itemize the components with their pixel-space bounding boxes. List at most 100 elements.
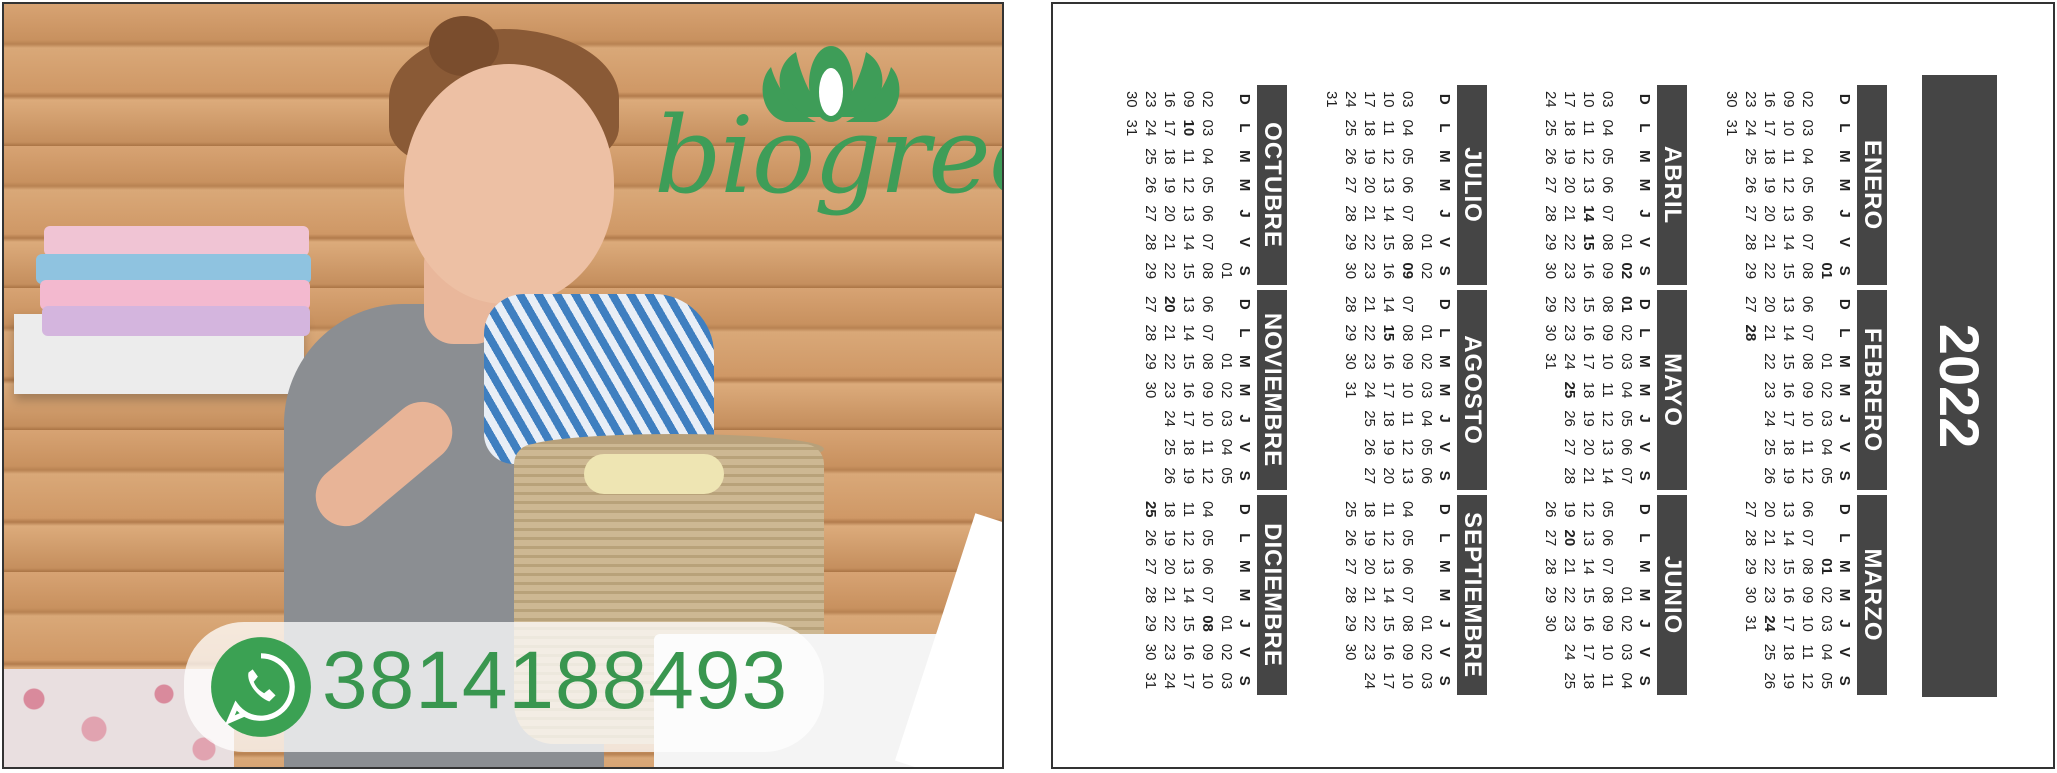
day-cell: 16 (1161, 90, 1178, 108)
day-cell: 20 (1161, 205, 1178, 222)
day-cell: 14 (1780, 233, 1797, 251)
day-cell: 21 (1161, 324, 1178, 342)
day-cell: 22 (1761, 262, 1778, 280)
day-cell: 15 (1180, 262, 1197, 280)
day-cell (1322, 171, 1341, 200)
day-cell (1541, 433, 1560, 462)
day-cell: 28 (1742, 233, 1759, 251)
day-cell: 06 (1799, 205, 1816, 222)
day-cell (1322, 114, 1341, 143)
brand-name: biogreen (654, 94, 1002, 217)
day-cell: 31 (1723, 119, 1740, 137)
day-cell (1217, 171, 1236, 200)
day-cell: 21 (1761, 233, 1778, 251)
weekday-label: V (1236, 442, 1253, 453)
day-cell: 01 (1618, 586, 1635, 604)
day-cell: 10 (1180, 119, 1197, 137)
day-cell: 13 (1180, 295, 1197, 313)
day-cell (1417, 524, 1436, 553)
weekday-label: M (1836, 150, 1853, 163)
woman-face (404, 64, 614, 304)
month-mayo: MAYO D L M M J V S 01 02 03 04 05 06 07 08 09 10 11 12 13 14 1… (1541, 290, 1687, 490)
day-cell: 06 (1199, 558, 1216, 575)
weekday-label: M (1836, 178, 1853, 192)
day-cell: 10 (1799, 410, 1816, 427)
day-cell: 28 (1561, 467, 1578, 485)
day-cell: 23 (1761, 586, 1778, 604)
day-cell: 25 (1342, 119, 1359, 137)
day-cell: 24 (1561, 643, 1578, 661)
weekday-label: L (1436, 328, 1453, 338)
weekday-headers: D L M M J V S (1836, 85, 1853, 285)
day-cell: 03 (1799, 119, 1816, 137)
day-cell (1722, 142, 1741, 171)
day-cell: 24 (1342, 90, 1359, 108)
day-cell: 21 (1361, 205, 1378, 222)
day-cell: 10 (1780, 119, 1797, 137)
week-row: 21 22 23 24 25 26 27 (1360, 290, 1379, 490)
day-cell: 07 (1618, 467, 1635, 485)
day-cell (1122, 199, 1141, 228)
day-cell: 24 (1142, 119, 1159, 137)
month-octubre: OCTUBRE D L M M J V S 01 02 03 04 05 06 07 08 09 10 11 12 13… (1122, 85, 1287, 285)
day-cell: 21 (1161, 233, 1178, 251)
day-cell: 29 (1342, 615, 1359, 632)
week-row: 02 03 04 05 06 07 08 (1198, 85, 1217, 285)
week-row: 01 02 03 (1217, 495, 1236, 695)
day-cell: 07 (1199, 586, 1216, 604)
day-cell: 27 (1742, 500, 1759, 518)
day-cell (1417, 290, 1436, 319)
day-cell: 12 (1580, 148, 1597, 165)
day-cell: 24 (1161, 672, 1178, 690)
day-cell: 03 (1618, 353, 1635, 370)
towel-stack (44, 226, 309, 256)
day-cell: 24 (1161, 410, 1178, 427)
weekday-label: V (1236, 237, 1253, 248)
day-cell: 13 (1399, 467, 1416, 485)
day-cell: 23 (1561, 324, 1578, 342)
day-cell: 16 (1180, 643, 1197, 661)
week-row: 06 07 08 09 10 11 12 (1798, 290, 1817, 490)
week-row: 18 19 20 21 22 23 24 (1360, 495, 1379, 695)
weekday-label: V (1836, 647, 1853, 658)
day-cell: 27 (1142, 558, 1159, 575)
day-cell: 08 (1399, 615, 1416, 632)
week-row: 10 11 12 13 14 15 16 (1379, 85, 1398, 285)
day-cell: 25 (1342, 500, 1359, 518)
day-cell (1322, 142, 1341, 171)
day-cell: 15 (1380, 615, 1397, 632)
day-cell (1217, 114, 1236, 143)
day-cell: 22 (1361, 324, 1378, 342)
day-cell: 18 (1161, 148, 1178, 165)
day-cell: 22 (1561, 233, 1578, 251)
day-cell: 09 (1399, 353, 1416, 370)
weekday-label: J (1236, 209, 1253, 218)
day-cell: 14 (1380, 205, 1397, 222)
day-cell: 16 (1380, 262, 1397, 280)
day-cell: 08 (1199, 615, 1216, 632)
day-cell: 13 (1580, 529, 1597, 547)
day-cell (1322, 228, 1341, 257)
week-row: 11 12 13 14 15 16 17 (1379, 495, 1398, 695)
month-diciembre: DICIEMBRE D L M M J V S 01 02 03 04 05 06 07 08 09 10 11 12… (1141, 495, 1287, 695)
day-cell: 09 (1799, 586, 1816, 604)
day-cell (1741, 404, 1760, 433)
day-cell (1122, 171, 1141, 200)
day-cell: 22 (1161, 262, 1178, 280)
day-cell: 24 (1742, 119, 1759, 137)
day-cell: 23 (1561, 615, 1578, 632)
weekday-headers: D L M M J V S (1636, 290, 1653, 490)
weekday-label: D (1236, 503, 1253, 515)
day-cell (1741, 666, 1760, 695)
day-cell (1617, 171, 1636, 200)
day-cell: 01 (1418, 615, 1435, 632)
day-cell (1322, 256, 1341, 285)
day-cell: 25 (1142, 148, 1159, 165)
weekday-label: D (1636, 503, 1653, 515)
weekday-label: J (1636, 209, 1653, 218)
day-cell: 26 (1142, 176, 1159, 194)
weekday-label: V (1436, 237, 1453, 248)
day-cell: 01 (1618, 295, 1635, 313)
week-row: 01 02 03 04 05 (1817, 495, 1836, 695)
weekday-headers: D L M M J V S (1436, 85, 1453, 285)
